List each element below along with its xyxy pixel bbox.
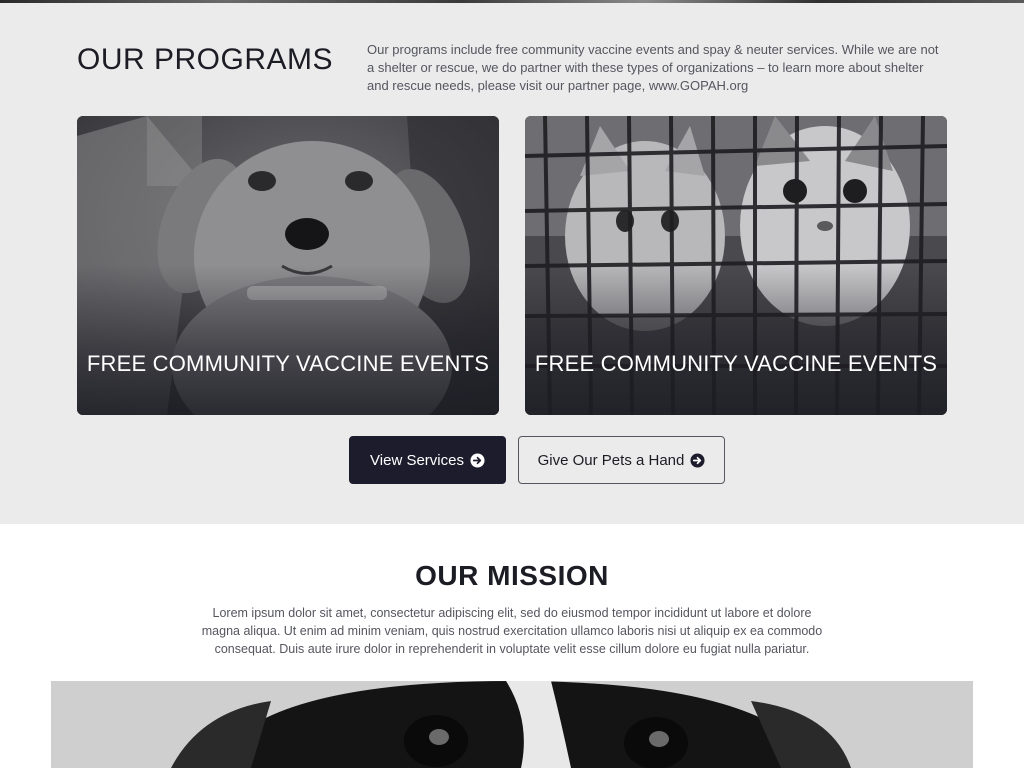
program-card-vaccine-cats[interactable]: FREE COMMUNITY VACCINE EVENTS [525, 116, 947, 415]
program-card-label: FREE COMMUNITY VACCINE EVENTS [534, 351, 938, 376]
program-card-label: FREE COMMUNITY VACCINE EVENTS [86, 351, 490, 376]
view-services-button[interactable]: View Services [349, 436, 506, 484]
arrow-right-circle-icon [690, 452, 705, 468]
card-overlay [77, 265, 499, 415]
card-overlay [525, 265, 947, 415]
give-pets-hand-button[interactable]: Give Our Pets a Hand [518, 436, 725, 484]
arrow-right-circle-icon [470, 452, 485, 468]
mission-photo [51, 681, 973, 768]
programs-section: OUR PROGRAMS Our programs include free c… [0, 3, 1024, 524]
dog-closeup-photo [51, 681, 973, 768]
view-services-label: View Services [370, 451, 464, 469]
programs-description: Our programs include free community vacc… [367, 42, 939, 93]
mission-text: Lorem ipsum dolor sit amet, consectetur … [201, 606, 823, 656]
mission-title: OUR MISSION [415, 560, 609, 591]
give-pets-hand-label: Give Our Pets a Hand [537, 451, 685, 469]
program-card-vaccine-dog[interactable]: FREE COMMUNITY VACCINE EVENTS [77, 116, 499, 415]
programs-title: OUR PROGRAMS [77, 43, 334, 76]
